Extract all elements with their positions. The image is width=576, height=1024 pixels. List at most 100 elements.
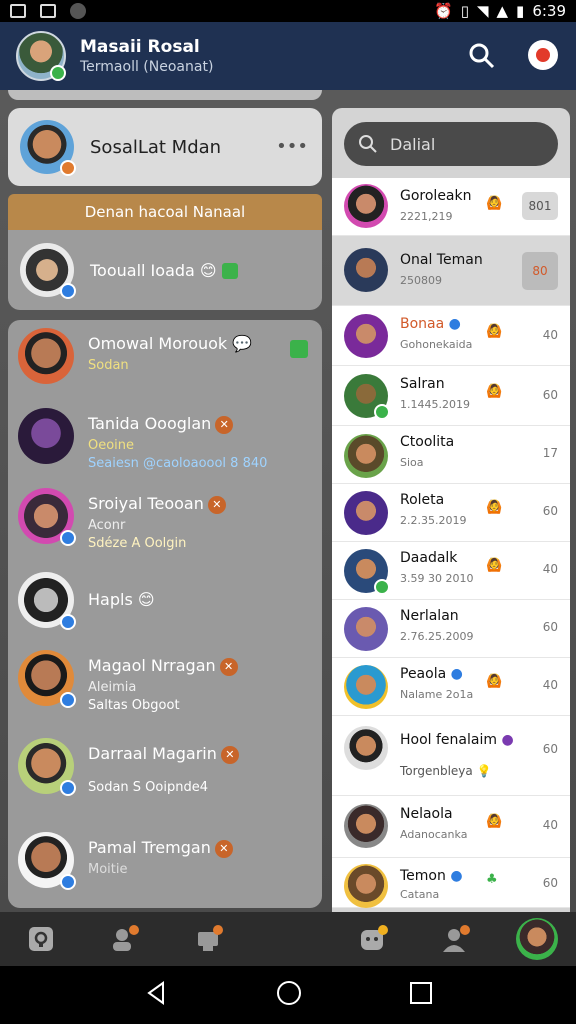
more-options-icon[interactable]: ••• xyxy=(276,136,308,157)
mute-icon: ✕ xyxy=(220,745,239,764)
back-icon[interactable] xyxy=(143,980,169,1010)
chat-bubble-icon: 💬 xyxy=(232,334,253,353)
emoji-icon: 🙆 xyxy=(486,324,503,339)
system-navigation-bar xyxy=(0,966,576,1024)
app-header: Masaii Rosal Termaoll (Neoanat) xyxy=(0,22,576,90)
chat-row[interactable]: Sroiyal Teooan ✕ Aconr Sdéze A Oolgin xyxy=(18,488,314,552)
chat-preview: Aleimia xyxy=(88,680,137,695)
home-icon[interactable] xyxy=(275,979,303,1011)
search-input[interactable]: Dalial xyxy=(344,122,558,166)
avatar xyxy=(344,804,388,848)
avatar xyxy=(344,491,388,535)
contact-item[interactable]: Nerlalan 2.76.25.2009 60 xyxy=(332,600,570,658)
online-badge xyxy=(374,579,390,595)
pinned-chat-name: Toouall Ioada 😊 xyxy=(90,261,238,280)
count-badge: 80 xyxy=(522,252,558,290)
help-icon[interactable] xyxy=(26,924,56,954)
contact-item[interactable]: Roleta 2.2.35.2019 🙆 60 xyxy=(332,484,570,542)
chat-preview: Moitie xyxy=(88,862,128,877)
chat-row[interactable]: Tanida Oooglan ✕ Oeoine Seaiesn @caoloaoo… xyxy=(18,408,314,471)
chats-tab-icon[interactable] xyxy=(358,924,388,954)
contact-detail: Sioa xyxy=(400,456,424,469)
chat-meta: Sdéze A Oolgin xyxy=(88,536,187,551)
section-banner[interactable]: Denan hacoal Nanaal xyxy=(8,194,322,230)
pinned-chat-secondary[interactable]: Toouall Ioada 😊 xyxy=(8,230,322,310)
online-badge xyxy=(50,65,66,81)
contact-item[interactable]: Temon ● Catana ♣ 60 xyxy=(332,858,570,908)
count-label: 60 xyxy=(542,388,558,402)
contact-name: Onal Teman xyxy=(400,252,483,268)
unread-indicator xyxy=(290,340,308,358)
chat-row[interactable]: Magaol Nrragan ✕ Aleimia Saltas Obgoot xyxy=(18,650,314,714)
recents-icon[interactable] xyxy=(409,981,433,1009)
contact-name: Ctoolita xyxy=(400,434,455,450)
chat-name: Pamal Tremgan ✕ xyxy=(88,838,233,858)
account-avatar[interactable] xyxy=(516,918,558,960)
chat-row[interactable]: Pamal Tremgan ✕ Moitie xyxy=(18,832,314,896)
avatar xyxy=(18,328,74,384)
contact-item[interactable]: Daadalk 3.59 30 2010 🙆 40 xyxy=(332,542,570,600)
count-label: 60 xyxy=(542,876,558,890)
avatar xyxy=(344,374,390,420)
count-label: 17 xyxy=(542,446,558,460)
count-label: 40 xyxy=(542,328,558,342)
search-icon xyxy=(359,135,377,153)
count-label: 60 xyxy=(542,504,558,518)
verified-badge xyxy=(60,614,76,630)
emoji-icon: 🙆 xyxy=(486,384,503,399)
emoji-icon: 🙆 xyxy=(486,558,503,573)
verified-icon: ● xyxy=(450,666,463,682)
status-bar: ⏰ ▯ ◥ ▲ ▮ 6:39 xyxy=(0,0,576,22)
contact-item[interactable]: Salran 1.1445.2019 🙆 60 xyxy=(332,366,570,426)
chat-name: Omowal Morouok 💬 xyxy=(88,334,253,353)
verified-icon: ● xyxy=(450,868,463,884)
contact-list: Goroleakn 2221,219 🙆 801 Onal Teman 2508… xyxy=(332,178,570,908)
avatar xyxy=(344,864,388,908)
contact-item[interactable]: Peaola ● Nalame 2o1a 🙆 40 xyxy=(332,658,570,716)
contact-name: Goroleakn xyxy=(400,188,472,204)
clock: 6:39 xyxy=(532,2,566,20)
app-icon xyxy=(70,3,86,19)
gallery-icon xyxy=(10,4,26,18)
chat-row[interactable]: Omowal Morouok 💬 Sodan xyxy=(18,328,314,388)
profile-avatar[interactable] xyxy=(16,31,66,81)
contact-item[interactable]: Ctoolita Sioa 17 xyxy=(332,426,570,484)
signal-icon: ▲ xyxy=(496,2,509,20)
emoji-icon: ♣ xyxy=(486,872,498,887)
chat-row[interactable]: Hapls 😊 xyxy=(18,572,314,632)
chat-meta: Seaiesn @caoloaoool 8 840 xyxy=(88,456,268,471)
contact-item[interactable]: Bonaa ● Gohonekaida 🙆 40 xyxy=(332,306,570,366)
pinned-chat[interactable]: SosalLat Mdan ••• xyxy=(8,108,322,186)
verified-badge xyxy=(60,874,76,890)
avatar xyxy=(20,120,76,176)
bottom-navigation xyxy=(0,912,576,966)
calls-tab-icon[interactable] xyxy=(194,924,224,954)
chat-name: Darraal Magarin ✕ xyxy=(88,744,239,764)
record-button[interactable] xyxy=(528,40,558,70)
contact-item[interactable]: Hool fenalaim ● Torgenbleya 💡 60 xyxy=(332,716,570,796)
lightbulb-icon: 💡 xyxy=(476,764,492,778)
count-label: 60 xyxy=(542,620,558,634)
verified-badge xyxy=(60,780,76,796)
avatar xyxy=(344,434,388,478)
contact-detail: Adanocanka xyxy=(400,828,468,841)
chat-preview: Oeoine xyxy=(88,438,135,453)
avatar xyxy=(18,738,76,796)
chat-row[interactable]: Darraal Magarin ✕ Sodan S Ooipnde4 xyxy=(18,738,314,802)
contact-detail: Nalame 2o1a xyxy=(400,688,474,701)
check-icon xyxy=(221,263,238,279)
contact-detail: 2221,219 xyxy=(400,210,453,223)
chat-meta: Sodan S Ooipnde4 xyxy=(88,780,208,795)
profile-tab-icon[interactable] xyxy=(440,924,470,954)
vibrate-icon: ▯ xyxy=(460,2,469,20)
search-icon[interactable] xyxy=(468,42,496,70)
contacts-tab-icon[interactable] xyxy=(110,924,140,954)
chat-list: Omowal Morouok 💬 Sodan Tanida Oooglan ✕ O… xyxy=(8,320,322,908)
emoji-icon: 🙆 xyxy=(486,196,503,211)
contact-name: Nelaola xyxy=(400,806,453,822)
contact-name: Roleta xyxy=(400,492,445,508)
contact-item[interactable]: Goroleakn 2221,219 🙆 801 xyxy=(332,178,570,236)
contact-item[interactable]: Nelaola Adanocanka 🙆 40 xyxy=(332,796,570,858)
contact-item[interactable]: Onal Teman 250809 80 xyxy=(332,236,570,306)
verified-badge xyxy=(60,283,76,299)
